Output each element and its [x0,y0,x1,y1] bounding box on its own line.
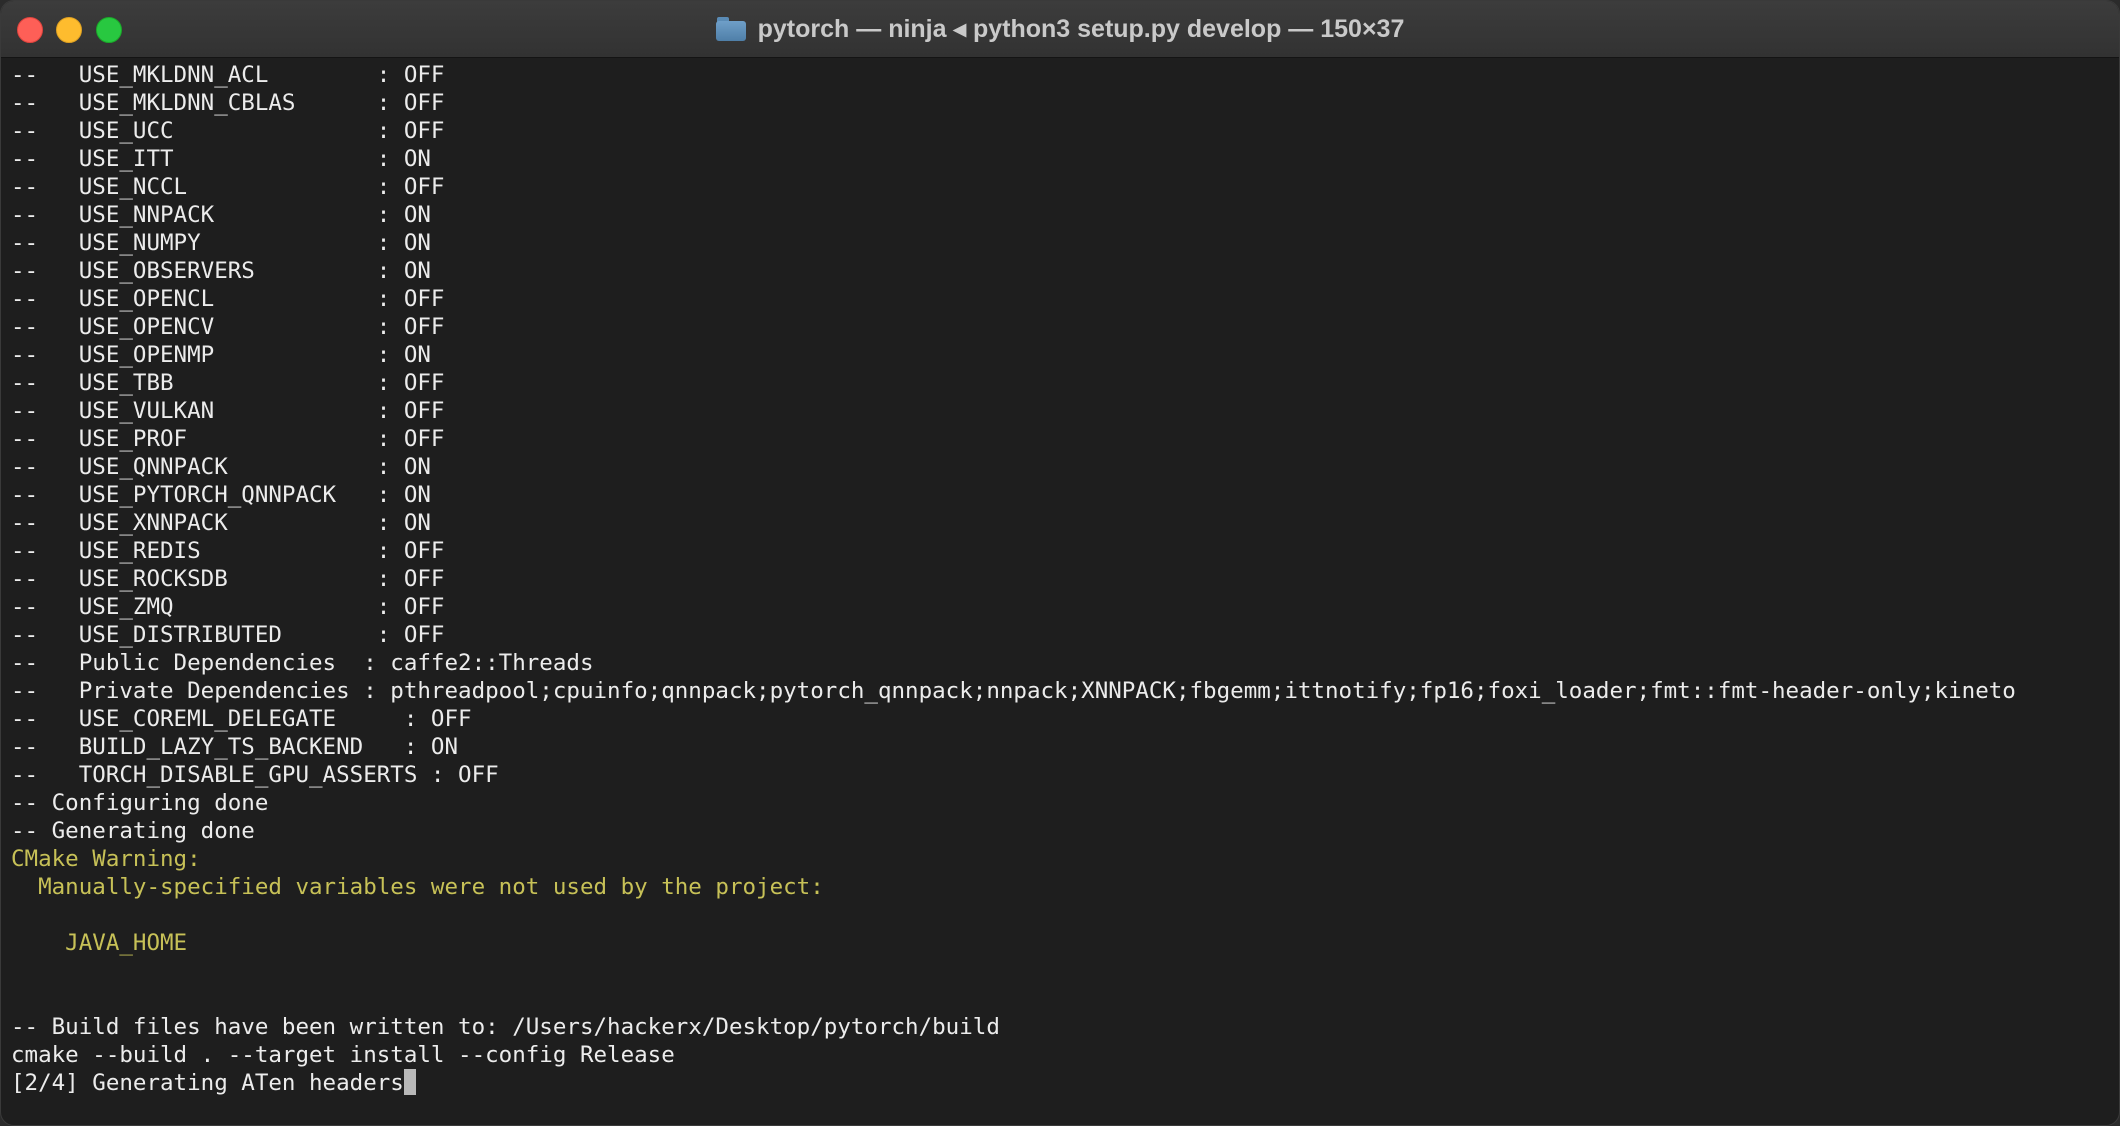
terminal-line: JAVA_HOME [11,929,2111,957]
terminal-line-text: -- Private Dependencies : pthreadpool;cp… [11,678,2016,704]
window-title: pytorch — ninja ◂ python3 setup.py devel… [757,15,1405,43]
terminal-line: -- USE_OBSERVERS : ON [11,257,2111,285]
terminal-line-text: -- USE_ITT : ON [11,146,431,172]
terminal-line-text: JAVA_HOME [11,930,188,956]
terminal-line-text: -- USE_OPENCV : OFF [11,314,445,340]
terminal-line: -- USE_PYTORCH_QNNPACK : ON [11,481,2111,509]
terminal-line-text: [2/4] Generating ATen headers [11,1070,404,1096]
terminal-line-text: -- Public Dependencies : caffe2::Threads [11,650,594,676]
terminal-line-text: -- USE_ROCKSDB : OFF [11,566,445,592]
terminal-line: -- Public Dependencies : caffe2::Threads [11,649,2111,677]
terminal-line-text: -- USE_XNNPACK : ON [11,510,431,536]
terminal-line-text: -- Build files have been written to: /Us… [11,1014,1000,1040]
terminal-line-text: -- USE_OPENMP : ON [11,342,431,368]
terminal-window: pytorch — ninja ◂ python3 setup.py devel… [0,0,2120,1126]
terminal-line-text: -- USE_QNNPACK : ON [11,454,431,480]
terminal-line: [2/4] Generating ATen headers [11,1069,2111,1097]
terminal-line: -- USE_PROF : OFF [11,425,2111,453]
terminal-line-text: -- USE_MKLDNN_ACL : OFF [11,62,445,88]
terminal-line-text: cmake --build . --target install --confi… [11,1042,675,1068]
terminal-line: -- USE_XNNPACK : ON [11,509,2111,537]
window-title-group: pytorch — ninja ◂ python3 setup.py devel… [1,1,2119,57]
terminal-line: -- Build files have been written to: /Us… [11,1013,2111,1041]
terminal-line-text: -- USE_OBSERVERS : ON [11,258,431,284]
terminal-line-text: -- USE_DISTRIBUTED : OFF [11,622,445,648]
terminal-line-text: -- BUILD_LAZY_TS_BACKEND : ON [11,734,459,760]
terminal-line-text: -- USE_NCCL : OFF [11,174,445,200]
terminal-line-text: -- Generating done [11,818,255,844]
terminal-line: -- USE_REDIS : OFF [11,537,2111,565]
terminal-line-text: -- USE_NNPACK : ON [11,202,431,228]
terminal-line: -- USE_TBB : OFF [11,369,2111,397]
terminal-line: Manually-specified variables were not us… [11,873,2111,901]
terminal-line: -- USE_ZMQ : OFF [11,593,2111,621]
terminal-line: -- Generating done [11,817,2111,845]
terminal-line-text: -- USE_ZMQ : OFF [11,594,445,620]
terminal-line: -- USE_ITT : ON [11,145,2111,173]
terminal-output[interactable]: -- USE_MKLDNN_ACL : OFF -- USE_MKLDNN_CBL… [11,61,2111,1121]
text-cursor [403,1069,416,1095]
terminal-line: -- USE_ROCKSDB : OFF [11,565,2111,593]
terminal-line: -- USE_COREML_DELEGATE : OFF [11,705,2111,733]
terminal-line: -- USE_DISTRIBUTED : OFF [11,621,2111,649]
terminal-line: -- Private Dependencies : pthreadpool;cp… [11,677,2111,705]
terminal-line: -- TORCH_DISABLE_GPU_ASSERTS : OFF [11,761,2111,789]
terminal-line: -- USE_UCC : OFF [11,117,2111,145]
terminal-line: cmake --build . --target install --confi… [11,1041,2111,1069]
terminal-line: -- USE_NCCL : OFF [11,173,2111,201]
terminal-line: CMake Warning: [11,845,2111,873]
terminal-line-text: CMake Warning: [11,846,201,872]
terminal-line: -- USE_NNPACK : ON [11,201,2111,229]
terminal-line-text: Manually-specified variables were not us… [11,874,824,900]
terminal-line: -- USE_MKLDNN_CBLAS : OFF [11,89,2111,117]
terminal-line: -- USE_OPENCL : OFF [11,285,2111,313]
terminal-line-text: -- USE_PROF : OFF [11,426,445,452]
title-bar[interactable]: pytorch — ninja ◂ python3 setup.py devel… [1,1,2119,58]
folder-icon [715,17,746,41]
terminal-line-text: -- Configuring done [11,790,269,816]
terminal-line: -- Configuring done [11,789,2111,817]
terminal-line: -- USE_OPENCV : OFF [11,313,2111,341]
terminal-line: -- USE_QNNPACK : ON [11,453,2111,481]
terminal-line: -- USE_OPENMP : ON [11,341,2111,369]
terminal-line-text: -- USE_TBB : OFF [11,370,445,396]
terminal-line-text: -- USE_VULKAN : OFF [11,398,445,424]
terminal-line: -- USE_VULKAN : OFF [11,397,2111,425]
terminal-line-text: -- USE_NUMPY : ON [11,230,431,256]
terminal-line-text: -- USE_PYTORCH_QNNPACK : ON [11,482,431,508]
terminal-line-text: -- USE_REDIS : OFF [11,538,445,564]
terminal-line-text: -- TORCH_DISABLE_GPU_ASSERTS : OFF [11,762,499,788]
terminal-line-text: -- USE_OPENCL : OFF [11,286,445,312]
terminal-line-text: -- USE_COREML_DELEGATE : OFF [11,706,472,732]
terminal-line-text: -- USE_MKLDNN_CBLAS : OFF [11,90,445,116]
terminal-line: -- USE_NUMPY : ON [11,229,2111,257]
terminal-line: -- USE_MKLDNN_ACL : OFF [11,61,2111,89]
terminal-line-text: -- USE_UCC : OFF [11,118,445,144]
terminal-line: -- BUILD_LAZY_TS_BACKEND : ON [11,733,2111,761]
